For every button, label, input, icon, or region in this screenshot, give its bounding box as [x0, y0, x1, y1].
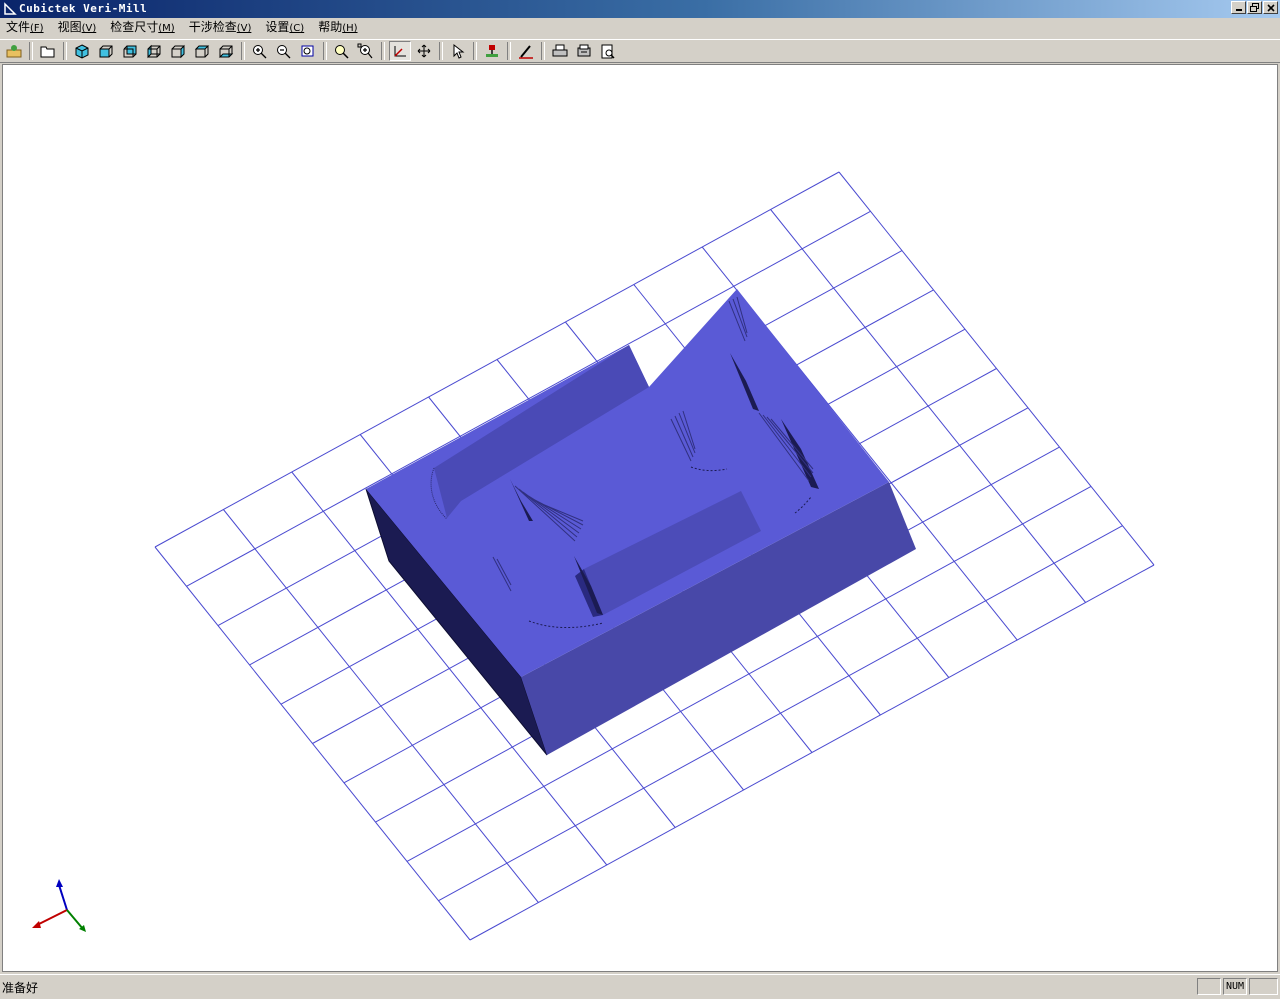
3d-viewport[interactable] — [2, 64, 1278, 972]
status-message: 准备好 — [2, 981, 39, 995]
status-bar: 准备好 NUM — [0, 974, 1280, 999]
axis-triad — [32, 879, 86, 932]
back-view-button[interactable] — [119, 41, 141, 61]
zoom-fit-button[interactable] — [355, 41, 377, 61]
top-view-icon — [194, 45, 210, 58]
zoom-all-icon — [335, 45, 349, 59]
open-stock-button[interactable] — [3, 41, 25, 61]
simulate-button[interactable] — [481, 41, 503, 61]
print-preview-button[interactable] — [597, 41, 619, 61]
zoom-window-icon — [301, 45, 314, 57]
zoom-all-button[interactable] — [331, 41, 353, 61]
print-preview-icon — [601, 44, 615, 59]
menu-interference[interactable]: 干涉检查(V) — [185, 18, 256, 38]
toolbar-separator — [323, 42, 327, 60]
iso-view-button[interactable] — [71, 41, 93, 61]
print-setup-icon — [577, 44, 591, 57]
toolbar-separator — [241, 42, 245, 60]
bottom-view-button[interactable] — [215, 41, 237, 61]
right-view-icon — [171, 44, 185, 59]
open-stock-icon — [6, 45, 22, 58]
left-view-icon — [147, 44, 161, 59]
bottom-view-icon — [218, 45, 234, 58]
rotate-button[interactable] — [389, 41, 411, 61]
status-panel-scroll — [1249, 978, 1278, 995]
right-view-button[interactable] — [167, 41, 189, 61]
3d-scene[interactable] — [3, 65, 1277, 971]
open-file-icon — [40, 46, 55, 58]
pan-button[interactable] — [413, 41, 435, 61]
iso-view-icon — [75, 44, 89, 59]
print-button[interactable] — [549, 41, 571, 61]
measure-button[interactable] — [515, 41, 537, 61]
restore-button[interactable] — [1247, 1, 1262, 14]
select-button[interactable] — [447, 41, 469, 61]
zoom-in-icon — [253, 45, 267, 59]
menu-bar: 文件(F) 视图(V) 检查尺寸(M) 干涉检查(V) 设置(C) 帮助(H) — [0, 18, 1280, 38]
menu-view[interactable]: 视图(V) — [54, 18, 101, 38]
back-view-icon — [123, 45, 137, 58]
measure-icon — [519, 45, 533, 59]
toolbar-separator — [63, 42, 67, 60]
window-title: Cubictek Veri-Mill — [19, 2, 148, 15]
toolbar-separator — [541, 42, 545, 60]
menu-help[interactable]: 帮助(H) — [314, 18, 361, 38]
front-view-icon — [99, 45, 113, 58]
pan-icon — [417, 44, 431, 58]
minimize-button[interactable] — [1231, 1, 1246, 14]
zoom-window-button[interactable] — [297, 41, 319, 61]
toolbar — [0, 39, 1280, 63]
zoom-out-icon — [277, 45, 291, 59]
zoom-fit-icon — [357, 43, 373, 59]
status-panel-caps — [1197, 978, 1221, 995]
simulate-icon — [486, 45, 498, 57]
toolbar-separator — [473, 42, 477, 60]
menu-settings[interactable]: 设置(C) — [261, 18, 308, 38]
menu-measure[interactable]: 检查尺寸(M) — [106, 18, 178, 38]
toolbar-separator — [381, 42, 385, 60]
front-view-button[interactable] — [95, 41, 117, 61]
title-bar: Cubictek Veri-Mill — [0, 0, 1280, 18]
rotate-icon — [394, 46, 406, 57]
top-view-button[interactable] — [191, 41, 213, 61]
status-panel-num: NUM — [1223, 978, 1247, 995]
app-icon — [4, 2, 17, 15]
toolbar-separator — [29, 42, 33, 60]
workpiece-part — [365, 289, 916, 756]
left-view-button[interactable] — [143, 41, 165, 61]
restore-icon — [1250, 3, 1259, 12]
toolbar-separator — [507, 42, 511, 60]
toolbar-separator — [439, 42, 443, 60]
print-setup-button[interactable] — [573, 41, 595, 61]
close-icon — [1266, 3, 1275, 12]
select-icon — [453, 43, 465, 59]
close-button[interactable] — [1263, 1, 1278, 14]
zoom-in-button[interactable] — [249, 41, 271, 61]
menu-file[interactable]: 文件(F) — [2, 18, 48, 38]
open-file-button[interactable] — [37, 41, 59, 61]
minimize-icon — [1235, 9, 1242, 11]
print-icon — [552, 44, 568, 57]
zoom-out-button[interactable] — [273, 41, 295, 61]
